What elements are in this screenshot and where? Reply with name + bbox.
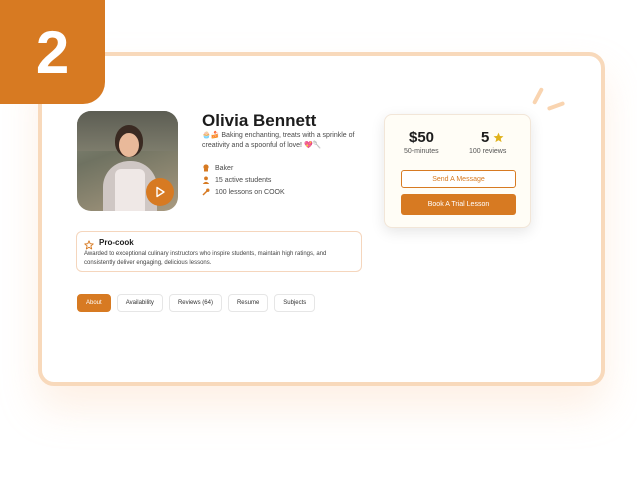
send-message-button[interactable]: Send A Message <box>401 170 516 188</box>
wrench-icon <box>202 188 210 196</box>
instructor-name: Olivia Bennett <box>202 111 317 130</box>
lesson-price: $50 <box>409 129 435 146</box>
rating-value: 5 <box>481 129 490 146</box>
user-icon <box>202 176 210 184</box>
tab-reviews[interactable]: Reviews (64) <box>168 294 222 312</box>
play-icon <box>156 186 165 198</box>
meta-role-text: Baker <box>215 164 234 172</box>
meta-role: Baker <box>202 164 233 172</box>
tab-subjects[interactable]: Subjects <box>274 294 316 312</box>
star-icon <box>493 132 504 143</box>
book-trial-lesson-button[interactable]: Book A Trial Lesson <box>401 194 516 215</box>
step-number: 2 <box>35 18 70 86</box>
pro-cook-description: Awarded to exceptional culinary instruct… <box>84 251 327 266</box>
tab-resume[interactable]: Resume <box>227 294 269 312</box>
pro-cook-title: Pro-cook <box>99 238 134 247</box>
meta-students-text: 15 active students <box>215 176 272 184</box>
meta-students: 15 active students <box>202 176 271 184</box>
chef-hat-icon <box>202 164 210 172</box>
meta-lessons: 100 lessons on COOK <box>202 188 285 196</box>
lesson-duration: 50-minutes <box>404 148 439 155</box>
pro-cook-badge: Pro-cook Awarded to exceptional culinary… <box>76 231 362 272</box>
review-count: 100 reviews <box>469 148 507 155</box>
tab-about[interactable]: About <box>77 294 111 312</box>
instructor-bio: 🧁🍰 Baking enchanting, treats with a spri… <box>202 132 355 149</box>
booking-card: $50 50-minutes 5 100 reviews Send A Mess… <box>384 114 531 228</box>
meta-lessons-text: 100 lessons on COOK <box>215 188 285 196</box>
step-number-badge: 2 <box>0 0 105 104</box>
tab-availability[interactable]: Availability <box>116 294 163 312</box>
rating-value-group: 5 <box>481 129 504 146</box>
profile-tabs: About Availability Reviews (64) Resume S… <box>77 294 316 312</box>
play-video-button[interactable] <box>146 178 174 206</box>
